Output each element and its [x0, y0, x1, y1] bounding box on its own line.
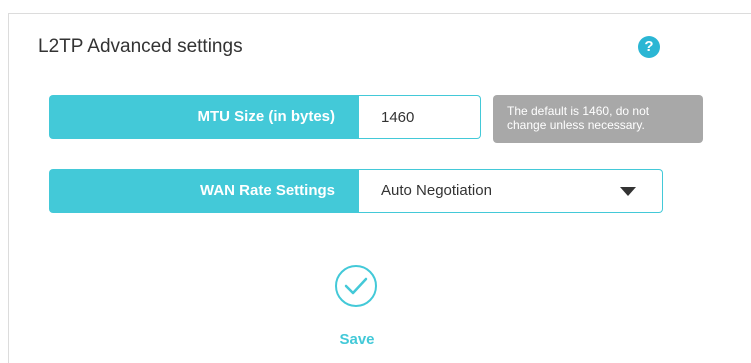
chevron-down-icon[interactable] — [620, 187, 636, 196]
mtu-hint-tooltip: The default is 1460, do not change unles… — [493, 95, 703, 143]
mtu-size-row: MTU Size (in bytes) — [49, 95, 481, 139]
wan-rate-label: WAN Rate Settings — [49, 169, 359, 213]
wan-rate-row: WAN Rate Settings Auto Negotiation — [49, 169, 663, 213]
help-icon[interactable]: ? — [638, 36, 660, 58]
save-button[interactable]: Save — [335, 331, 379, 348]
check-circle-icon[interactable] — [334, 264, 378, 308]
mtu-size-label: MTU Size (in bytes) — [49, 95, 359, 139]
section-title: L2TP Advanced settings — [38, 36, 243, 57]
mtu-size-input[interactable] — [359, 95, 481, 139]
wan-rate-selected-value: Auto Negotiation — [381, 182, 492, 199]
wan-rate-select[interactable]: Auto Negotiation — [359, 169, 663, 213]
